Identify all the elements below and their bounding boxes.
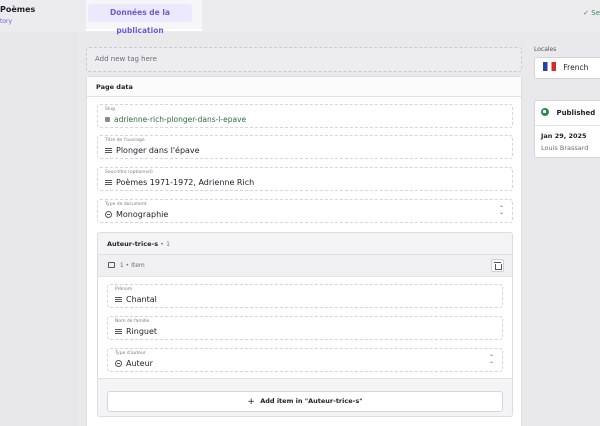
page-data-heading: Page data [87, 77, 521, 97]
authors-repeater: Auteur-trice-s • 1 1 • Item Prénom Chant… [97, 232, 513, 417]
top-bar: Poèmes tory Données de la publication ✓ … [0, 0, 600, 35]
first-name-field[interactable]: Prénom Chantal [107, 284, 503, 308]
add-author-label: Add item in "Auteur-trice-s" [260, 397, 363, 405]
text-lines-icon [105, 148, 112, 153]
locale-select[interactable]: French [534, 57, 600, 79]
select-icon [105, 211, 112, 218]
locales-label: Locales [534, 46, 557, 53]
author-type-value: Auteur [126, 359, 153, 368]
last-name-label: Nom de famille [115, 319, 150, 324]
subtitle-field[interactable]: Sous-titre (optionnel) Poèmes 1971-1972,… [97, 167, 513, 191]
globe-icon [541, 108, 549, 116]
title-value[interactable]: Plonger dans l'épave [116, 146, 200, 155]
author-item-label: 1 • Item [119, 262, 145, 269]
first-name-label: Prénom [115, 287, 133, 292]
first-name-value[interactable]: Chantal [126, 295, 157, 304]
last-name-value[interactable]: Ringuet [126, 327, 157, 336]
document-type-select[interactable]: Type de document Monographie ⌃ ⌄ [97, 199, 513, 223]
document-title: Poèmes [0, 5, 36, 14]
french-flag-icon [543, 62, 556, 71]
author-item-header[interactable]: 1 • Item [98, 255, 512, 277]
title-field[interactable]: Titre de l'ouvrage Plonger dans l'épave [97, 135, 513, 159]
trash-icon[interactable] [491, 259, 504, 272]
publication-status-heading: Published [535, 101, 600, 126]
author-item: 1 • Item Prénom Chantal Nom de famille R… [98, 255, 512, 379]
page-data-card: Page data Slug adrienne-rich-plonger-dan… [86, 76, 522, 426]
item-icon [108, 262, 115, 268]
publication-status-card: Published Jan 29, 2025 Louis Brassard [534, 100, 600, 158]
text-lines-icon [105, 180, 112, 185]
subtitle-value[interactable]: Poèmes 1971-1972, Adrienne Rich [116, 178, 254, 187]
chevron-up-down-icon: ⌃ ⌄ [488, 354, 494, 365]
add-author-button[interactable]: + Add item in "Auteur-trice-s" [107, 391, 503, 412]
publication-user: Louis Brassard [541, 144, 589, 152]
select-icon [115, 360, 122, 367]
publication-status: Published [556, 109, 596, 117]
left-gutter [0, 32, 78, 426]
text-lines-icon [115, 329, 122, 334]
document-type-value: Monographie [116, 210, 169, 219]
slug-field[interactable]: Slug adrienne-rich-plonger-dans-l-epave [97, 104, 513, 128]
last-name-field[interactable]: Nom de famille Ringuet [107, 316, 503, 340]
title-label: Titre de l'ouvrage [105, 138, 145, 143]
slug-icon [105, 117, 110, 122]
plus-icon: + [247, 397, 255, 407]
tab-publication-data-label[interactable]: Données de la publication [88, 4, 192, 35]
author-type-select[interactable]: Type d'auteur Auteur ⌃ ⌄ [107, 348, 503, 372]
chevron-up-down-icon: ⌃ ⌄ [498, 205, 504, 216]
authors-title: Auteur-trice-s [107, 240, 159, 248]
authors-count: • 1 [160, 240, 171, 248]
publication-date: Jan 29, 2025 [541, 132, 587, 140]
save-status: ✓ Se [583, 9, 600, 17]
locale-value: French [563, 63, 589, 72]
subtitle-label: Sous-titre (optionnel) [105, 170, 153, 175]
document-type-label: Type de document [105, 202, 147, 207]
text-lines-icon [115, 297, 122, 302]
authors-heading: Auteur-trice-s • 1 [98, 233, 512, 255]
slug-label: Slug [105, 107, 115, 112]
author-type-label: Type d'auteur [115, 351, 146, 356]
tag-input[interactable]: Add new tag here [86, 47, 522, 72]
history-link[interactable]: tory [0, 18, 12, 25]
slug-value[interactable]: adrienne-rich-plonger-dans-l-epave [114, 115, 246, 124]
